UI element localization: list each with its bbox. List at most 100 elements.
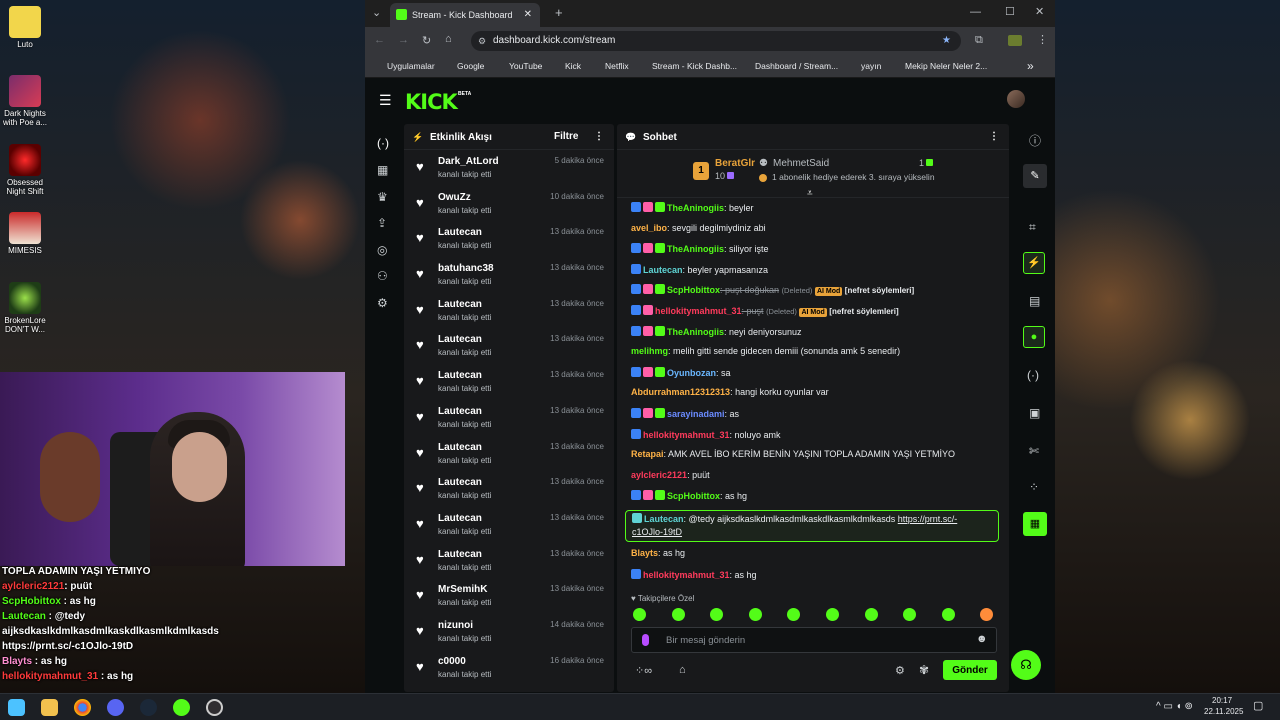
- minimize-icon[interactable]: —: [970, 6, 981, 18]
- activity-item[interactable]: ♥ nizunoi kanalı takip etti 14 dakika önce: [404, 614, 614, 650]
- bookmark-dashboard[interactable]: Dashboard / Stream...: [755, 61, 838, 71]
- activity-user[interactable]: Lautecan: [438, 406, 482, 417]
- activity-user[interactable]: Lautecan: [438, 549, 482, 560]
- activity-item[interactable]: ♥ Lautecan kanalı takip etti 13 dakika önce: [404, 507, 614, 543]
- emote-icon[interactable]: [864, 608, 878, 621]
- tab-close-icon[interactable]: ✕: [524, 3, 532, 27]
- chat-toggle-icon[interactable]: ●: [1023, 326, 1045, 348]
- activity-item[interactable]: ♥ Dark_AtLord kanalı takip etti 5 dakika ön…: [404, 150, 614, 186]
- desktop-icon-brokenlore[interactable]: BrokenLore DON'T W...: [0, 282, 50, 334]
- notes-icon[interactable]: ▤: [1029, 294, 1040, 308]
- activity-user[interactable]: Lautecan: [438, 513, 482, 524]
- new-tab-icon[interactable]: +: [555, 5, 563, 20]
- clip-icon[interactable]: ▦: [1023, 512, 1047, 536]
- activity-user[interactable]: Dark_AtLord: [438, 156, 499, 167]
- chat-username[interactable]: TheAninogiis: [667, 327, 724, 337]
- analytics-icon[interactable]: ▦: [377, 163, 388, 177]
- profile-icon[interactable]: [1008, 35, 1022, 46]
- tab-search-icon[interactable]: ⌄: [372, 6, 381, 19]
- trophy-icon[interactable]: ♛: [377, 190, 388, 204]
- bookmark-netflix[interactable]: Netflix: [605, 61, 629, 71]
- activity-item[interactable]: ♥ OwuZz kanalı takip etti 10 dakika önce: [404, 186, 614, 222]
- reload-icon[interactable]: ↻: [422, 34, 431, 47]
- chat-username[interactable]: ScpHobittox: [667, 285, 720, 295]
- upload-icon[interactable]: ⇪: [377, 216, 387, 230]
- home-icon[interactable]: ⌂: [445, 33, 452, 45]
- kick-logo[interactable]: KICK: [405, 90, 458, 114]
- second-gifter-name[interactable]: MehmetSaid: [773, 158, 829, 169]
- activity-item[interactable]: ♥ c0000 kanalı takip etti 16 dakika önce: [404, 650, 614, 686]
- bookmark-apps[interactable]: Uygulamalar: [387, 61, 435, 71]
- info-icon[interactable]: ⓘ: [1029, 132, 1041, 149]
- quick-actions-icon[interactable]: ⚡: [1023, 252, 1045, 274]
- site-info-icon[interactable]: ⚙: [478, 31, 486, 51]
- chat-username[interactable]: hellokitymahmut_31: [643, 570, 730, 580]
- wrench-icon[interactable]: ✄: [1029, 444, 1039, 458]
- app-icon[interactable]: [107, 699, 124, 716]
- activity-item[interactable]: ♥ Lautecan kanalı takip etti 13 dakika önce: [404, 328, 614, 364]
- emote-icon[interactable]: [671, 608, 685, 621]
- chrome-icon[interactable]: [74, 699, 91, 716]
- chat-input[interactable]: Bir mesaj gönderin ☻: [631, 627, 997, 653]
- microphone-icon[interactable]: [642, 634, 649, 646]
- activity-item[interactable]: ♥ Lautecan kanalı takip etti 13 dakika önce: [404, 436, 614, 472]
- activity-item[interactable]: ♥ Lautecan kanalı takip etti 13 dakika önce: [404, 221, 614, 257]
- browser-menu-icon[interactable]: ⋮: [1037, 33, 1048, 46]
- activity-user[interactable]: Lautecan: [438, 442, 482, 453]
- bookmarks-overflow-icon[interactable]: »: [1027, 59, 1034, 73]
- system-tray-icons[interactable]: ^ ▭ ◖ ⊚: [1156, 701, 1193, 712]
- emote-icon[interactable]: [903, 608, 917, 621]
- chat-username[interactable]: ScpHobittox: [667, 491, 720, 501]
- activity-user[interactable]: c0000: [438, 656, 466, 667]
- chat-username[interactable]: Lautecan: [644, 514, 684, 524]
- chat-username[interactable]: Oyunbozan: [667, 368, 716, 378]
- settings-icon[interactable]: ⚙: [377, 296, 388, 310]
- activity-user[interactable]: OwuZz: [438, 192, 471, 203]
- activity-item[interactable]: ♥ Lautecan kanalı takip etti 13 dakika önce: [404, 543, 614, 579]
- activity-user[interactable]: nizunoi: [438, 620, 473, 631]
- emote-icon[interactable]: [710, 608, 724, 621]
- chat-link[interactable]: https://prnt.sc/-: [898, 514, 958, 524]
- desktop-icon-luto[interactable]: Luto: [0, 6, 50, 49]
- activity-item[interactable]: ♥ batuhanc38 kanalı takip etti 13 dakika ön…: [404, 257, 614, 293]
- hamburger-menu-icon[interactable]: ☰: [379, 92, 392, 109]
- activity-item[interactable]: ♥ MrSemihK kanalı takip etti 13 dakika önce: [404, 578, 614, 614]
- activity-item[interactable]: ♥ Lautecan kanalı takip etti 13 dakika önce: [404, 400, 614, 436]
- chat-username[interactable]: Lautecan: [643, 265, 683, 275]
- chat-username[interactable]: TheAninogiis: [667, 244, 724, 254]
- taskbar-time[interactable]: 20:17: [1212, 696, 1232, 705]
- chat-username[interactable]: hellokitymahmut_31: [643, 430, 730, 440]
- emote-icon[interactable]: [787, 608, 801, 621]
- broadcast-icon[interactable]: (·): [1027, 368, 1039, 382]
- activity-user[interactable]: MrSemihK: [438, 584, 487, 595]
- activity-user[interactable]: Lautecan: [438, 370, 482, 381]
- back-icon[interactable]: ←: [374, 34, 385, 46]
- activity-user[interactable]: Lautecan: [438, 227, 482, 238]
- support-icon[interactable]: ☊: [1011, 650, 1041, 680]
- steam-icon[interactable]: [140, 699, 157, 716]
- file-explorer-icon[interactable]: [41, 699, 58, 716]
- emote-icon[interactable]: [941, 608, 955, 621]
- emoji-icon[interactable]: ☻: [976, 633, 988, 645]
- chat-username[interactable]: melihmg: [631, 346, 668, 356]
- chat-username[interactable]: Retapai: [631, 449, 664, 459]
- stream-icon[interactable]: (·): [377, 136, 389, 150]
- chat-username[interactable]: Blayts: [631, 548, 658, 558]
- extensions-icon[interactable]: ⧉: [975, 34, 983, 47]
- chat-username[interactable]: sarayinadami: [667, 409, 725, 419]
- users-icon[interactable]: ⚇: [377, 269, 388, 283]
- edit-icon[interactable]: ✎: [1023, 164, 1047, 188]
- activity-user[interactable]: batuhanc38: [438, 263, 494, 274]
- bookmark-mekip[interactable]: Mekip Neler Neler 2...: [905, 61, 987, 71]
- connections-icon[interactable]: ⁘: [1029, 480, 1039, 494]
- maximize-icon[interactable]: ☐: [1005, 5, 1015, 18]
- bookmark-kick[interactable]: Kick: [565, 61, 581, 71]
- layout-icon[interactable]: ▣: [1029, 406, 1040, 420]
- bookmark-google[interactable]: Google: [457, 61, 484, 71]
- desktop-icon-mimesis[interactable]: MIMESIS: [0, 212, 50, 255]
- chat-username[interactable]: hellokitymahmut_31: [655, 306, 742, 316]
- chat-link[interactable]: c1OJlo-19tD: [632, 527, 682, 537]
- emote-icon[interactable]: [633, 608, 646, 621]
- store-icon[interactable]: ⌂: [679, 664, 686, 676]
- emote-icon[interactable]: [980, 608, 994, 621]
